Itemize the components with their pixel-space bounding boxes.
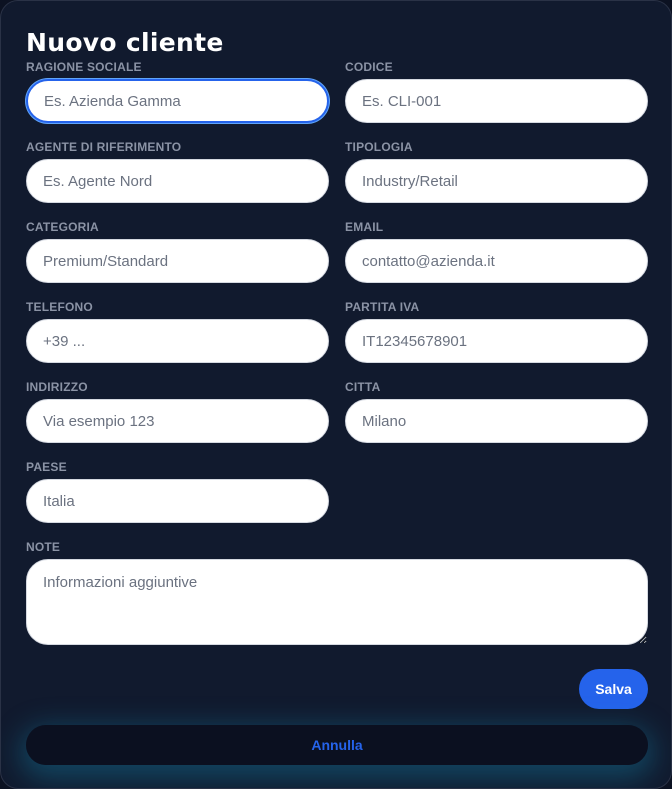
note-label: NOTE	[26, 540, 61, 554]
modal-title: Nuovo cliente	[26, 28, 224, 57]
ragione-sociale-input[interactable]	[26, 79, 329, 123]
categoria-label: CATEGORIA	[26, 220, 99, 234]
citta-label: CITTA	[345, 380, 381, 394]
note-textarea[interactable]	[26, 559, 648, 645]
email-input[interactable]	[345, 239, 648, 283]
indirizzo-input[interactable]	[26, 399, 329, 443]
cancel-button[interactable]: Annulla	[26, 725, 648, 765]
new-client-modal: Nuovo cliente RAGIONE SOCIALE CODICE AGE…	[0, 0, 672, 789]
codice-input[interactable]	[345, 79, 648, 123]
partita-iva-input[interactable]	[345, 319, 648, 363]
email-label: EMAIL	[345, 220, 384, 234]
ragione-sociale-label: RAGIONE SOCIALE	[26, 60, 142, 74]
partita-iva-label: PARTITA IVA	[345, 300, 420, 314]
save-button[interactable]: Salva	[579, 669, 648, 709]
categoria-input[interactable]	[26, 239, 329, 283]
indirizzo-label: INDIRIZZO	[26, 380, 88, 394]
tipologia-input[interactable]	[345, 159, 648, 203]
paese-label: PAESE	[26, 460, 67, 474]
citta-input[interactable]	[345, 399, 648, 443]
paese-input[interactable]	[26, 479, 329, 523]
telefono-input[interactable]	[26, 319, 329, 363]
agente-label: AGENTE DI RIFERIMENTO	[26, 140, 182, 154]
agente-input[interactable]	[26, 159, 329, 203]
telefono-label: TELEFONO	[26, 300, 93, 314]
codice-label: CODICE	[345, 60, 393, 74]
tipologia-label: TIPOLOGIA	[345, 140, 413, 154]
